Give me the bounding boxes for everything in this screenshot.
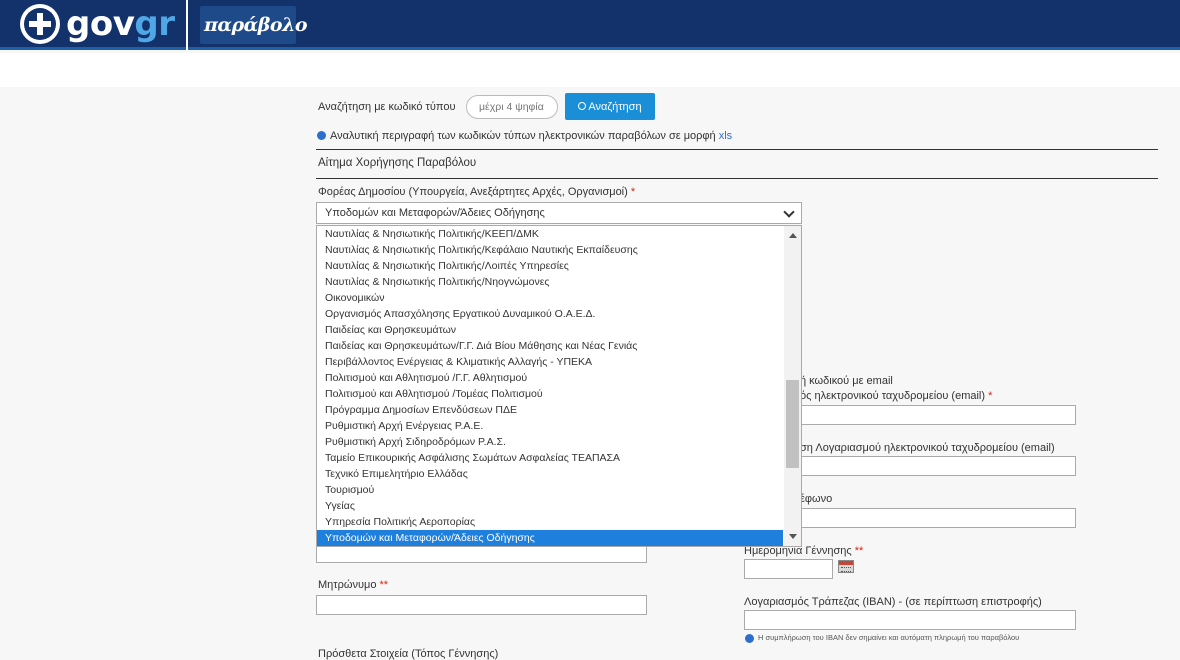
dropdown-option[interactable]: Ναυτιλίας & Νησιωτικής Πολιτικής/Νηογνώμ… bbox=[317, 274, 783, 290]
iban-label: Λογαριασμός Τράπεζας (IBAN) - (σε περίπτ… bbox=[744, 596, 1042, 608]
mother-name-label: Μητρώνυμο ** bbox=[318, 579, 389, 591]
dropdown-option[interactable]: Ναυτιλίας & Νησιωτικής Πολιτικής/ΚΕΕΠ/ΔΜ… bbox=[317, 226, 783, 242]
dropdown-option[interactable]: Οικονομικών bbox=[317, 290, 783, 306]
birth-date-input[interactable] bbox=[744, 559, 833, 579]
dropdown-option[interactable]: Ναυτιλίας & Νησιωτικής Πολιτικής/Κεφάλαι… bbox=[317, 242, 783, 258]
chevron-down-icon bbox=[783, 206, 795, 218]
iban-input[interactable] bbox=[744, 610, 1076, 630]
dropdown-option[interactable]: Πρόγραμμα Δημοσίων Επενδύσεων ΠΔΕ bbox=[317, 402, 783, 418]
email-code-label: ή κωδικού με email bbox=[800, 375, 893, 387]
dropdown-option[interactable]: Ρυθμιστική Αρχή Σιδηροδρόμων Ρ.Α.Σ. bbox=[317, 434, 783, 450]
section-divider-top bbox=[316, 149, 1158, 150]
xls-link[interactable]: xls bbox=[719, 130, 732, 142]
top-header-bar: govgr παράβολο bbox=[0, 0, 1180, 50]
info-icon bbox=[317, 131, 326, 140]
section-divider-bottom bbox=[316, 178, 1158, 179]
agency-label: Φορέας Δημοσίου (Υπουργεία, Ανεξάρτητες … bbox=[318, 186, 636, 198]
dropdown-option[interactable]: Οργανισμός Απασχόλησης Εργατικού Δυναμικ… bbox=[317, 306, 783, 322]
scrollbar-thumb[interactable] bbox=[786, 380, 799, 468]
iban-info-icon bbox=[745, 634, 754, 643]
dropdown-option[interactable]: Υποδομών και Μεταφορών/Άδειες Οδήγησης bbox=[317, 530, 783, 546]
dropdown-option[interactable]: Τεχνικό Επιμελητήριο Ελλάδας bbox=[317, 466, 783, 482]
dropdown-option[interactable]: Ρυθμιστική Αρχή Ενέργειας Ρ.Α.Ε. bbox=[317, 418, 783, 434]
email-label: ός ηλεκτρονικού ταχυδρομείου (email) * bbox=[800, 390, 993, 402]
dropdown-option[interactable]: Ταμείο Επικουρικής Ασφάλισης Σωμάτων Ασφ… bbox=[317, 450, 783, 466]
dropdown-scrollbar[interactable] bbox=[784, 226, 801, 546]
mother-name-input[interactable] bbox=[316, 595, 647, 615]
extra-info-label: Πρόσθετα Στοιχεία (Τόπος Γέννησης) bbox=[318, 648, 499, 660]
info-line: Αναλυτική περιγραφή των κωδικών τύπων ηλ… bbox=[330, 130, 733, 142]
sub-header-bar bbox=[0, 53, 1180, 87]
dropdown-option[interactable]: Υπηρεσία Πολιτικής Αεροπορίας bbox=[317, 514, 783, 530]
paravolo-app-logo[interactable]: παράβολο bbox=[200, 6, 308, 44]
code-search-input[interactable] bbox=[466, 95, 558, 119]
agency-select[interactable]: Υποδομών και Μεταφορών/Άδειες Οδήγησης bbox=[316, 202, 802, 224]
search-label: Αναζήτηση με κωδικό τύπου bbox=[318, 101, 456, 113]
section-title: Αίτημα Χορήγησης Παραβόλου bbox=[318, 157, 477, 169]
scroll-up-arrow-icon[interactable] bbox=[789, 233, 797, 238]
phone-label: έφωνο bbox=[800, 493, 833, 505]
agency-dropdown-list[interactable]: Ναυτιλίας & Νησιωτικής Πολιτικής/ΚΕΕΠ/ΔΜ… bbox=[316, 225, 802, 547]
scroll-down-arrow-icon[interactable] bbox=[789, 534, 797, 539]
search-icon bbox=[578, 101, 587, 110]
dropdown-option[interactable]: Τουρισμού bbox=[317, 482, 783, 498]
dropdown-option[interactable]: Πολιτισμού και Αθλητισμού /Γ.Γ. Αθλητισμ… bbox=[317, 370, 783, 386]
dropdown-option[interactable]: Ναυτιλίας & Νησιωτικής Πολιτικής/Λοιπές … bbox=[317, 258, 783, 274]
dropdown-option[interactable]: Περιβάλλοντος Ενέργειας & Κλιματικής Αλλ… bbox=[317, 354, 783, 370]
greek-emblem-logo[interactable] bbox=[20, 4, 60, 44]
dropdown-option[interactable]: Πολιτισμού και Αθλητισμού /Τομέας Πολιτι… bbox=[317, 386, 783, 402]
calendar-icon[interactable] bbox=[838, 560, 854, 573]
header-divider bbox=[186, 0, 188, 50]
govgr-logo[interactable]: govgr bbox=[66, 4, 175, 44]
dropdown-option[interactable]: Παιδείας και Θρησκευμάτων/Γ.Γ. Διά Βίου … bbox=[317, 338, 783, 354]
dropdown-option[interactable]: Παιδείας και Θρησκευμάτων bbox=[317, 322, 783, 338]
email-confirm-label: ση Λογαριασμού ηλεκτρονικού ταχυδρομείου… bbox=[800, 442, 1055, 454]
dropdown-option[interactable]: Υγείας bbox=[317, 498, 783, 514]
search-button[interactable]: Αναζήτηση bbox=[565, 93, 655, 120]
iban-note: Η συμπλήρωση του IBAN δεν σημαίνει και α… bbox=[758, 633, 1020, 642]
